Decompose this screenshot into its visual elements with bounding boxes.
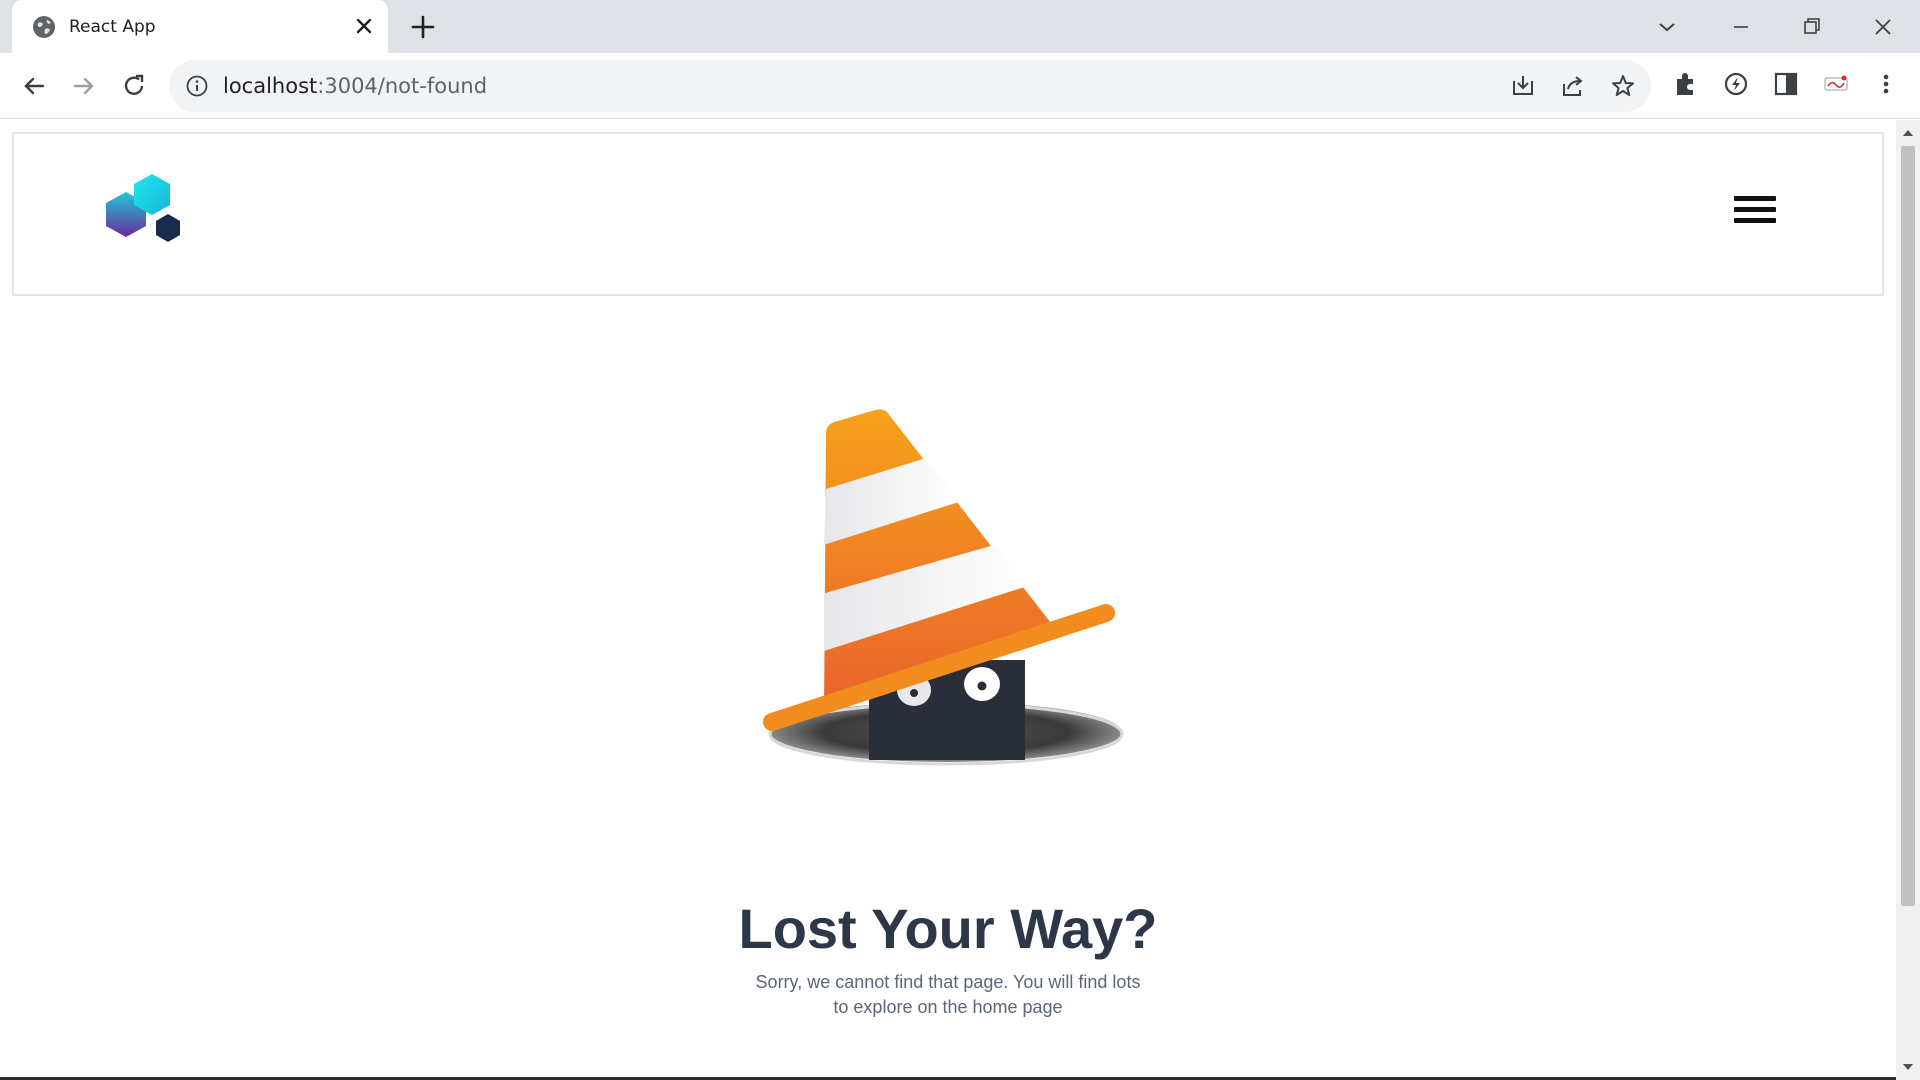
globe-icon [33, 16, 55, 38]
scroll-down-arrow-icon[interactable] [1902, 1062, 1914, 1072]
scroll-up-arrow-icon[interactable] [1902, 128, 1914, 138]
info-icon[interactable] [185, 74, 209, 98]
kebab-menu-icon[interactable] [1871, 69, 1901, 99]
browser-tab[interactable]: React App [12, 0, 388, 53]
close-icon[interactable] [1866, 10, 1900, 44]
install-icon[interactable] [1510, 73, 1536, 99]
menu-line [1734, 218, 1776, 223]
menu-line [1734, 196, 1776, 201]
tab-title: React App [69, 17, 156, 37]
plus-icon[interactable] [408, 12, 438, 42]
star-icon[interactable] [1610, 73, 1636, 99]
address-bar[interactable]: localhost:3004/not-found [169, 60, 1651, 112]
not-found-message: Sorry, we cannot find that page. You wil… [755, 972, 1141, 1017]
url-host: localhost [223, 74, 318, 98]
url-text[interactable]: localhost:3004/not-found [223, 74, 487, 98]
minimize-icon[interactable] [1724, 10, 1758, 44]
restore-icon[interactable] [1795, 10, 1829, 44]
page-viewport: Lost Your Way? Sorry, we cannot find tha… [0, 120, 1896, 1080]
page-title: Lost Your Way? [738, 897, 1158, 960]
puzzle-icon[interactable] [1671, 69, 1701, 99]
profile-icon[interactable] [1821, 69, 1851, 99]
traffic-cone-illustration [763, 409, 1124, 766]
browser-toolbar: localhost:3004/not-found [0, 53, 1920, 119]
close-icon[interactable] [352, 14, 376, 38]
browser-tab-bar: React App [0, 0, 1920, 53]
hamburger-menu-button[interactable] [1734, 196, 1778, 230]
reload-icon[interactable] [117, 69, 151, 103]
speed-icon[interactable] [1721, 69, 1751, 99]
side-panel-icon[interactable] [1771, 69, 1801, 99]
logo-icon[interactable] [104, 172, 190, 254]
chevron-down-icon[interactable] [1650, 10, 1684, 44]
menu-line [1734, 207, 1776, 212]
share-icon[interactable] [1560, 73, 1586, 99]
url-path: :3004/not-found [317, 74, 488, 98]
vertical-scrollbar[interactable] [1896, 120, 1920, 1080]
scrollbar-thumb[interactable] [1901, 146, 1915, 906]
forward-arrow-icon[interactable] [67, 69, 101, 103]
back-arrow-icon[interactable] [17, 69, 51, 103]
site-header [12, 132, 1884, 296]
